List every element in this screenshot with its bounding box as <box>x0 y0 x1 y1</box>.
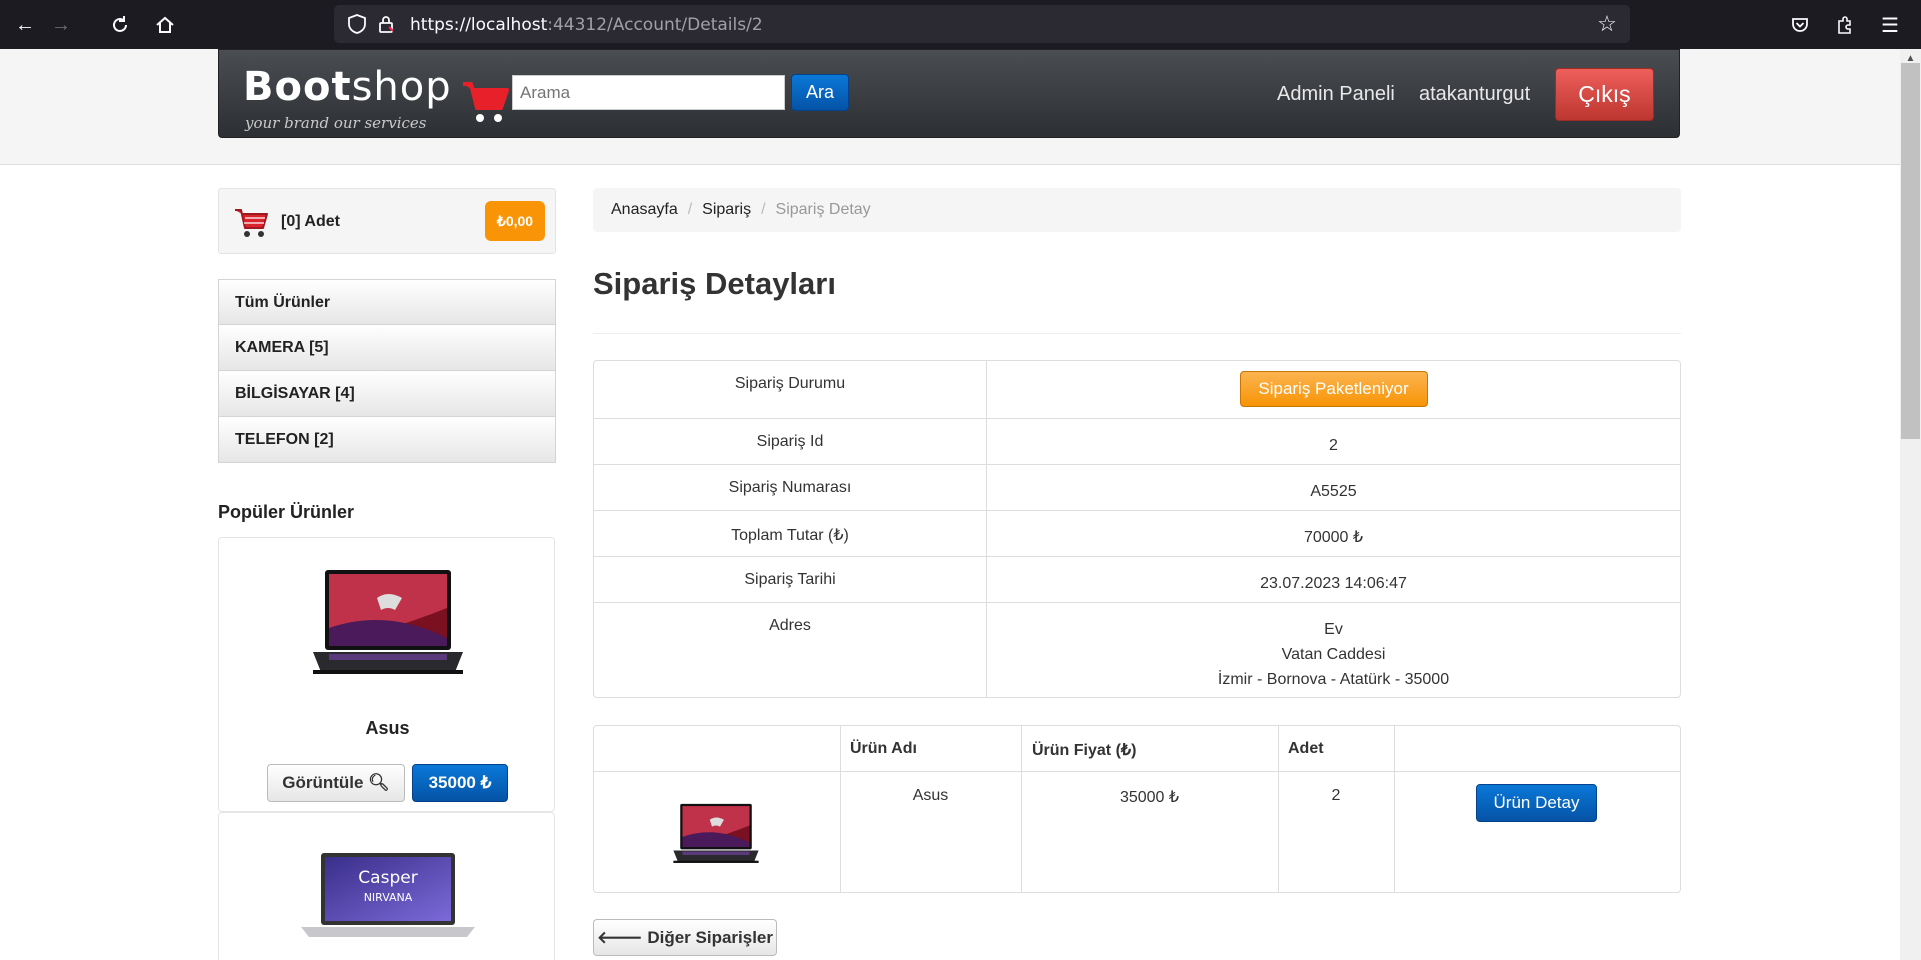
row-label: Toplam Tutar (₺) <box>594 511 987 556</box>
cart-count: [0] Adet <box>281 213 340 230</box>
order-details-table: Sipariş Durumu Sipariş Paketleniyor Sipa… <box>593 360 1681 698</box>
laptop-image[interactable] <box>307 568 469 678</box>
reload-icon[interactable] <box>105 10 135 40</box>
scrollbar[interactable]: ▲ <box>1900 49 1921 960</box>
url-text: https://localhost:44312/Account/Details/… <box>410 15 763 35</box>
breadcrumb-current: Sipariş Detay <box>775 201 871 218</box>
menu-icon[interactable]: ☰ <box>1875 10 1905 40</box>
row-label: Sipariş Numarası <box>594 465 987 510</box>
shopping-cart-icon <box>235 209 268 237</box>
view-product-button[interactable]: Görüntüle 🔍︎ <box>267 764 405 802</box>
home-icon[interactable] <box>150 10 180 40</box>
user-link[interactable]: atakanturgut <box>1419 83 1530 106</box>
bootshop-logo[interactable]: Bootshop your brand our services <box>243 64 509 132</box>
address-line: Vatan Caddesi <box>1281 646 1386 663</box>
logo-tagline: your brand our services <box>245 114 427 132</box>
scroll-thumb[interactable] <box>1901 63 1920 439</box>
star-icon[interactable]: ☆ <box>1594 11 1620 37</box>
header-product-price: Ürün Fiyat (₺) <box>1032 742 1137 759</box>
page-title: Sipariş Detayları <box>593 266 836 301</box>
row-label: Adres <box>594 603 987 697</box>
product-price-button[interactable]: 35000 ₺ <box>412 764 508 802</box>
header-product-name: Ürün Adı <box>850 740 917 757</box>
navbar: Bootshop your brand our services Ara Adm… <box>218 49 1680 138</box>
breadcrumb-orders[interactable]: Sipariş <box>702 201 751 218</box>
row-label: Sipariş Tarihi <box>594 557 987 602</box>
breadcrumb-separator: / <box>687 201 693 218</box>
table-row: Sipariş Numarası A5525 <box>594 464 1680 510</box>
address-line: Ev <box>1324 621 1343 638</box>
cart-total-badge: ₺0,00 <box>485 201 545 241</box>
zoom-icon: 🔍︎ <box>368 773 390 792</box>
row-value: Sipariş Paketleniyor <box>987 361 1680 418</box>
search-input[interactable] <box>512 75 785 110</box>
breadcrumb-separator: / <box>761 201 766 218</box>
row-label: Sipariş Id <box>594 419 987 464</box>
column-divider <box>1394 726 1395 892</box>
shield-icon[interactable] <box>346 13 368 35</box>
row-label: Sipariş Durumu <box>594 361 987 418</box>
table-row: Toplam Tutar (₺) 70000 ₺ <box>594 510 1680 556</box>
column-divider <box>1278 726 1279 892</box>
product-thumbnail[interactable] <box>670 799 762 869</box>
column-divider <box>840 726 841 892</box>
logo-text: Bootshop <box>243 64 452 110</box>
forward-icon[interactable]: → <box>46 10 76 40</box>
page-viewport: Bootshop your brand our services Ara Adm… <box>0 49 1900 960</box>
category-telefon[interactable]: TELEFON [2] <box>218 417 556 463</box>
logo-bold: Boot <box>243 64 352 110</box>
address-value: Ev Vatan Caddesi İzmir - Bornova - Atatü… <box>987 603 1680 697</box>
row-value: 70000 ₺ <box>1303 529 1364 546</box>
order-items-table: Ürün Adı Ürün Fiyat (₺) Adet Asus 35000 … <box>593 725 1681 893</box>
browser-toolbar: ← → https://localhost:44312/Account/Deta… <box>0 0 1921 49</box>
other-orders-button[interactable]: 🡐 Diğer Siparişler <box>593 919 777 956</box>
product-card: Casper NIRVANA <box>218 812 555 960</box>
item-name: Asus <box>912 787 949 804</box>
laptop-image[interactable]: Casper NIRVANA <box>299 853 477 938</box>
product-name: Asus <box>365 718 410 738</box>
casper-brand-text: Casper <box>358 868 417 888</box>
back-icon[interactable]: ← <box>10 10 40 40</box>
category-list: Tüm Ürünler KAMERA [5] BİLGİSAYAR [4] TE… <box>218 279 556 463</box>
divider <box>593 333 1681 334</box>
item-price: 35000 ₺ <box>1119 789 1180 806</box>
view-button-label: Görüntüle <box>282 773 364 792</box>
popular-products-title: Popüler Ürünler <box>218 502 355 522</box>
row-value: 23.07.2023 14:06:47 <box>1260 575 1407 592</box>
row-value: 2 <box>1329 437 1338 454</box>
category-bilgisayar[interactable]: BİLGİSAYAR [4] <box>218 371 556 417</box>
url-path: :44312/Account/Details/2 <box>547 15 763 35</box>
admin-panel-link[interactable]: Admin Paneli <box>1277 83 1395 106</box>
mini-cart[interactable]: [0] Adet ₺0,00 <box>218 188 556 254</box>
url-bar[interactable]: https://localhost:44312/Account/Details/… <box>334 5 1630 43</box>
search-button[interactable]: Ara <box>791 74 849 111</box>
cart-logo-icon <box>463 82 509 122</box>
column-divider <box>1021 726 1022 892</box>
logo-light: shop <box>351 64 452 110</box>
pocket-icon[interactable] <box>1785 10 1815 40</box>
url-host: https://localhost <box>410 15 548 35</box>
category-all[interactable]: Tüm Ürünler <box>218 279 556 325</box>
arrow-left-icon: 🡐 <box>597 928 643 947</box>
logout-button[interactable]: Çıkış <box>1555 68 1654 121</box>
lock-icon[interactable] <box>376 14 396 34</box>
back-button-label: Diğer Siparişler <box>647 928 773 947</box>
address-line: İzmir - Bornova - Atatürk - 35000 <box>1217 671 1450 688</box>
breadcrumb: Anasayfa / Sipariş / Sipariş Detay <box>593 188 1681 232</box>
item-quantity: 2 <box>1331 787 1341 804</box>
extensions-icon[interactable] <box>1830 10 1860 40</box>
breadcrumb-home[interactable]: Anasayfa <box>611 201 678 218</box>
header-quantity: Adet <box>1288 740 1324 757</box>
table-row: Sipariş Durumu Sipariş Paketleniyor <box>594 361 1680 418</box>
table-row: Sipariş Id 2 <box>594 418 1680 464</box>
order-status-badge[interactable]: Sipariş Paketleniyor <box>1239 371 1428 407</box>
casper-sub-text: NIRVANA <box>364 891 413 904</box>
table-row: Sipariş Tarihi 23.07.2023 14:06:47 <box>594 556 1680 602</box>
product-card: Asus Görüntüle 🔍︎ 35000 ₺ <box>218 537 555 812</box>
table-row: Adres Ev Vatan Caddesi İzmir - Bornova -… <box>594 602 1680 697</box>
items-table-header <box>594 726 1680 772</box>
row-value: A5525 <box>1310 483 1357 500</box>
product-detail-button[interactable]: Ürün Detay <box>1476 784 1597 822</box>
category-kamera[interactable]: KAMERA [5] <box>218 325 556 371</box>
